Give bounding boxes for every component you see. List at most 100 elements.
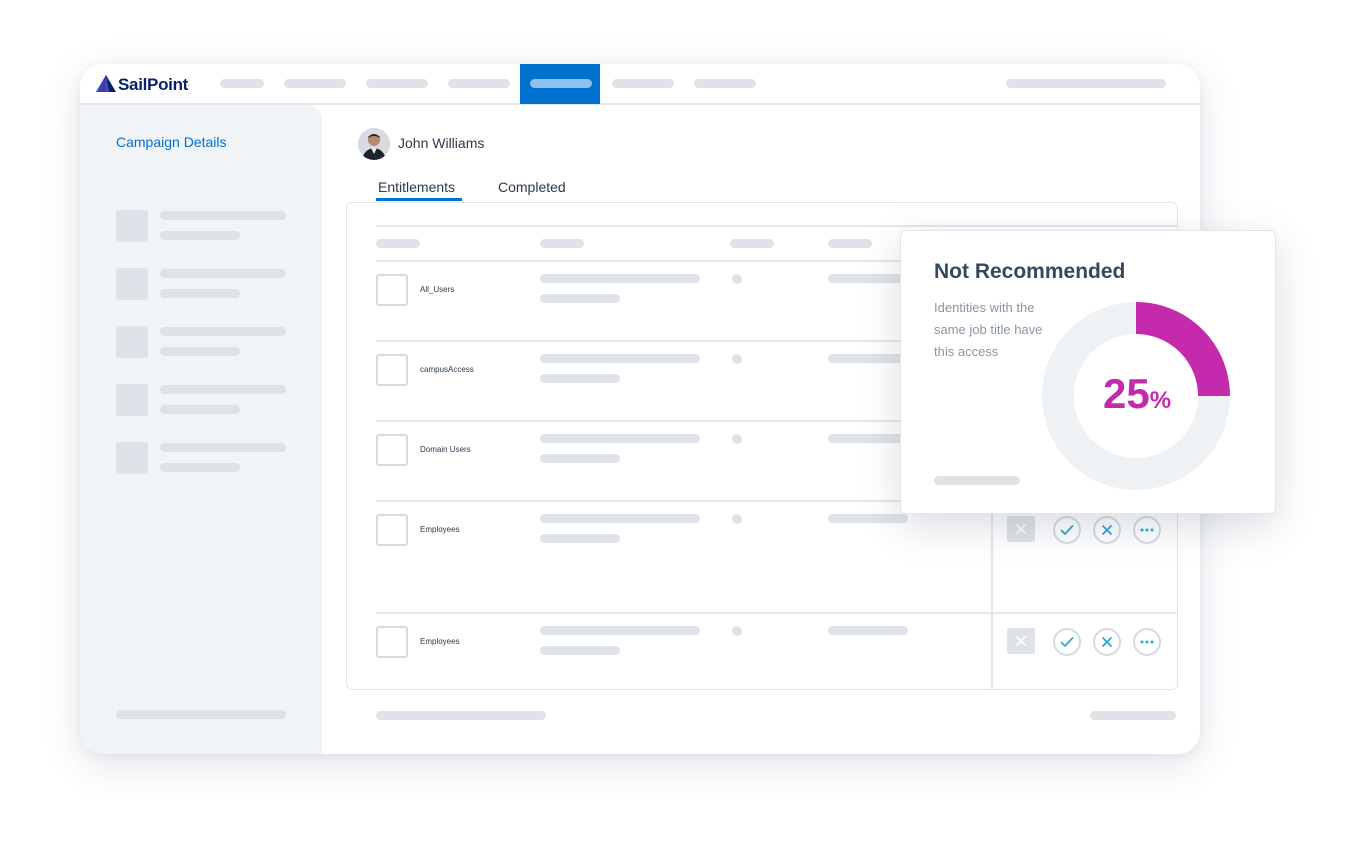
user-menu[interactable]: [1006, 79, 1166, 88]
more-button[interactable]: [1133, 516, 1161, 544]
entitlement-name: All_Users: [420, 285, 455, 294]
popup-description: Identities with the same job title have …: [934, 300, 1043, 359]
nav-item-2[interactable]: [284, 79, 346, 88]
footer-info: [376, 711, 546, 720]
percentage-number: 25: [1103, 370, 1150, 417]
column-header: [376, 239, 420, 248]
sidebar: Campaign Details: [80, 105, 322, 754]
brand-name: SailPoint: [118, 75, 189, 94]
remove-button[interactable]: [1007, 628, 1035, 654]
row-placeholder: [828, 514, 908, 523]
row-actions: [1007, 628, 1167, 656]
sidebar-title[interactable]: Campaign Details: [116, 134, 227, 150]
sidebar-item-thumb: [116, 210, 148, 242]
sidebar-item-line: [160, 347, 240, 356]
avatar-icon: [358, 128, 390, 160]
footer-pagination[interactable]: [1090, 711, 1176, 720]
row-checkbox[interactable]: [376, 354, 408, 386]
revoke-icon: [1102, 637, 1112, 647]
nav-item-4[interactable]: [448, 79, 510, 88]
sidebar-item-line: [160, 405, 240, 414]
row-checkbox[interactable]: [376, 274, 408, 306]
row-placeholder: [540, 454, 620, 463]
row-placeholder: [540, 354, 700, 363]
nav-item-1[interactable]: [220, 79, 264, 88]
revoke-icon: [1102, 525, 1112, 535]
sidebar-item-thumb: [116, 442, 148, 474]
sailpoint-logo[interactable]: SailPoint.: [95, 72, 190, 98]
table-divider: [376, 612, 1178, 614]
row-status-dot: [732, 514, 742, 524]
row-placeholder: [540, 626, 700, 635]
popup-footer-link[interactable]: [934, 476, 1020, 485]
approve-button[interactable]: [1053, 628, 1081, 656]
recommendation-popup: Not Recommended Identities with the same…: [900, 230, 1276, 514]
sidebar-item-line: [160, 289, 240, 298]
column-header: [828, 239, 872, 248]
remove-icon: [1016, 636, 1026, 646]
column-header: [730, 239, 774, 248]
tab-completed[interactable]: Completed: [498, 179, 566, 195]
entitlement-name: Employees: [420, 637, 460, 646]
sidebar-item-line: [160, 463, 240, 472]
sidebar-item[interactable]: [116, 442, 286, 474]
table-divider: [376, 225, 1178, 227]
row-actions: [1007, 516, 1167, 544]
more-button[interactable]: [1133, 628, 1161, 656]
remove-icon: [1016, 524, 1026, 534]
sidebar-item-line: [160, 269, 286, 278]
row-placeholder: [540, 514, 700, 523]
active-tab-indicator: [376, 198, 462, 201]
sidebar-item[interactable]: [116, 210, 286, 242]
sidebar-item-thumb: [116, 268, 148, 300]
approve-icon: [1060, 525, 1074, 535]
entitlement-name: Employees: [420, 525, 460, 534]
row-placeholder: [540, 274, 700, 283]
sidebar-item-line: [160, 443, 286, 452]
row-placeholder: [540, 646, 620, 655]
approve-icon: [1060, 637, 1074, 647]
row-status-dot: [732, 274, 742, 284]
column-header: [540, 239, 584, 248]
sidebar-item-line: [160, 327, 286, 336]
approve-button[interactable]: [1053, 516, 1081, 544]
sidebar-item[interactable]: [116, 326, 286, 358]
more-icon: [1140, 640, 1154, 644]
sidebar-item-thumb: [116, 384, 148, 416]
nav-item-6[interactable]: [612, 79, 674, 88]
sidebar-item-thumb: [116, 326, 148, 358]
percentage-symbol: %: [1149, 387, 1172, 414]
row-placeholder: [540, 434, 700, 443]
entitlement-name: campusAccess: [420, 365, 474, 374]
sidebar-item-line: [160, 385, 286, 394]
sailpoint-logo-icon: [96, 75, 116, 92]
sidebar-item[interactable]: [116, 384, 286, 416]
row-placeholder: [828, 274, 908, 283]
row-placeholder: [828, 354, 908, 363]
sidebar-item-line: [160, 231, 240, 240]
revoke-button[interactable]: [1093, 516, 1121, 544]
row-placeholder: [540, 294, 620, 303]
sidebar-footer: [116, 710, 286, 719]
more-icon: [1140, 528, 1154, 532]
user-name: John Williams: [398, 135, 485, 151]
tab-entitlements[interactable]: Entitlements: [378, 179, 455, 195]
row-placeholder: [540, 374, 620, 383]
remove-button[interactable]: [1007, 516, 1035, 542]
brand-trademark: .: [188, 82, 190, 88]
revoke-button[interactable]: [1093, 628, 1121, 656]
percentage-value: 25%: [1103, 370, 1171, 418]
row-checkbox[interactable]: [376, 434, 408, 466]
sidebar-item-line: [160, 211, 286, 220]
nav-item-7[interactable]: [694, 79, 756, 88]
row-placeholder: [540, 534, 620, 543]
row-checkbox[interactable]: [376, 514, 408, 546]
entitlement-name: Domain Users: [420, 445, 471, 454]
sidebar-item[interactable]: [116, 268, 286, 300]
popup-title: Not Recommended: [934, 260, 1126, 283]
row-status-dot: [732, 434, 742, 444]
nav-item-active-label: [530, 79, 592, 88]
row-checkbox[interactable]: [376, 626, 408, 658]
nav-item-active[interactable]: [520, 64, 600, 104]
nav-item-3[interactable]: [366, 79, 428, 88]
